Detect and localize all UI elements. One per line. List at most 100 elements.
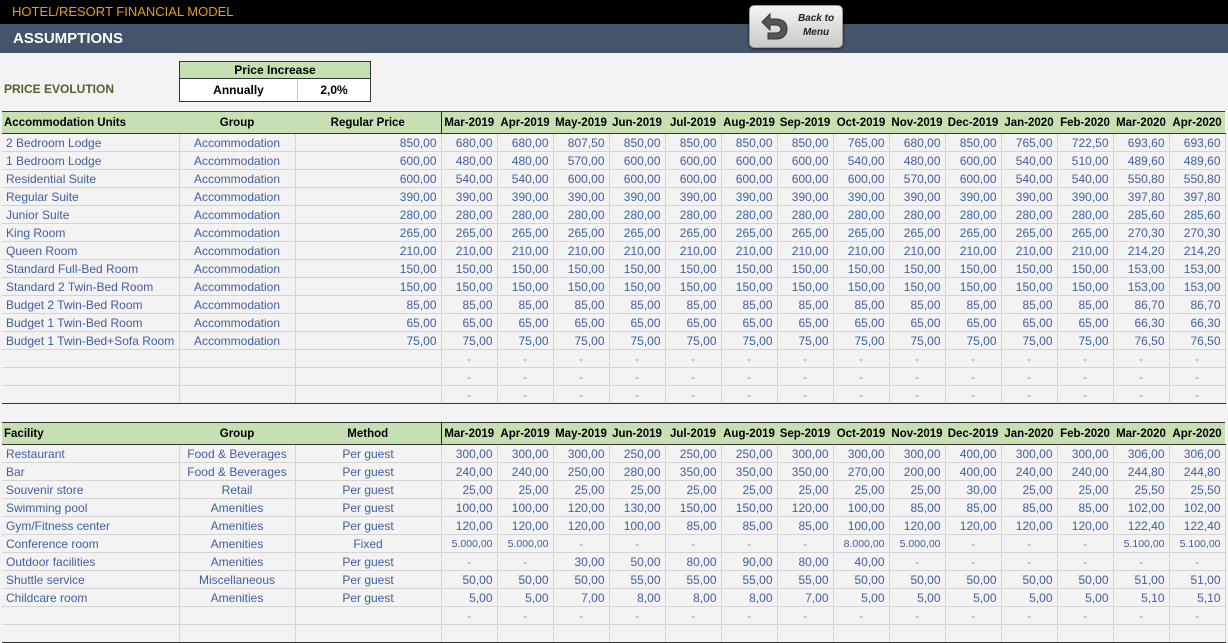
month-value-cell[interactable]: 75,00	[1001, 331, 1058, 350]
month-value-cell[interactable]: 85,00	[777, 516, 834, 535]
month-value-cell[interactable]: 600,00	[665, 169, 722, 188]
month-value-cell[interactable]: 150,00	[665, 498, 722, 517]
month-value-cell[interactable]: 75,00	[665, 331, 722, 350]
month-value-cell[interactable]: 306,00	[1113, 444, 1170, 463]
month-value-cell[interactable]: 390,00	[1057, 187, 1114, 206]
month-value-cell[interactable]: 65,00	[553, 313, 610, 332]
month-value-cell[interactable]: -	[889, 349, 946, 368]
month-value-cell[interactable]: 5.000,00	[440, 534, 498, 553]
month-value-cell[interactable]: 600,00	[721, 151, 778, 170]
month-value-cell[interactable]: 600,00	[833, 169, 890, 188]
month-value-cell[interactable]: 120,00	[553, 516, 610, 535]
name-cell[interactable]: Conference room	[2, 534, 180, 553]
month-value-cell[interactable]: 65,00	[833, 313, 890, 332]
name-cell[interactable]: Swimming pool	[2, 498, 180, 517]
month-value-cell[interactable]: 480,00	[497, 151, 554, 170]
month-value-cell[interactable]: 150,00	[889, 277, 946, 296]
month-value-cell[interactable]: 75,00	[945, 331, 1002, 350]
month-value-cell[interactable]: 5,00	[1001, 588, 1058, 607]
month-value-cell[interactable]	[1001, 624, 1058, 643]
month-value-cell[interactable]: -	[440, 367, 498, 386]
month-value-cell[interactable]: 75,00	[609, 331, 666, 350]
month-value-cell[interactable]: 240,00	[497, 462, 554, 481]
price-cell[interactable]: 600,00	[295, 169, 442, 188]
month-value-cell[interactable]: 390,00	[1001, 187, 1058, 206]
month-value-cell[interactable]: 480,00	[440, 151, 498, 170]
name-cell[interactable]: Souvenir store	[2, 480, 180, 499]
month-value-cell[interactable]: -	[889, 385, 946, 404]
method-cell[interactable]: Per guest	[295, 498, 442, 517]
month-value-cell[interactable]: 280,00	[665, 205, 722, 224]
month-value-cell[interactable]: -	[1001, 367, 1058, 386]
group-cell[interactable]: Food & Beverages	[179, 462, 296, 481]
month-value-cell[interactable]: 150,00	[945, 259, 1002, 278]
price-cell[interactable]: 150,00	[295, 259, 442, 278]
name-cell[interactable]	[2, 606, 180, 625]
month-value-cell[interactable]: 50,00	[497, 570, 554, 589]
month-value-cell[interactable]: 150,00	[1057, 259, 1114, 278]
month-value-cell[interactable]: 5,00	[440, 588, 498, 607]
month-value-cell[interactable]: 5.000,00	[889, 534, 946, 553]
month-value-cell[interactable]: 210,00	[1057, 241, 1114, 260]
month-value-cell[interactable]: 570,00	[889, 169, 946, 188]
month-value-cell[interactable]: -	[945, 367, 1002, 386]
month-value-cell[interactable]: -	[777, 367, 834, 386]
month-value-cell[interactable]: -	[440, 552, 498, 571]
month-value-cell[interactable]: 600,00	[609, 169, 666, 188]
month-value-cell[interactable]: 153,00	[1113, 259, 1170, 278]
month-value-cell[interactable]: 25,00	[497, 480, 554, 499]
month-value-cell[interactable]: 600,00	[777, 151, 834, 170]
month-value-cell[interactable]: 300,00	[1057, 444, 1114, 463]
month-value-cell[interactable]: 50,00	[609, 552, 666, 571]
month-value-cell[interactable]: 30,00	[553, 552, 610, 571]
month-value-cell[interactable]: -	[1169, 385, 1226, 404]
month-value-cell[interactable]: -	[777, 606, 834, 625]
month-value-cell[interactable]: 25,00	[440, 480, 498, 499]
month-value-cell[interactable]: 100,00	[440, 498, 498, 517]
price-cell[interactable]: 85,00	[295, 295, 442, 314]
month-value-cell[interactable]: 390,00	[721, 187, 778, 206]
month-value-cell[interactable]	[1113, 624, 1170, 643]
month-value-cell[interactable]: 122,40	[1113, 516, 1170, 535]
group-cell[interactable]: Accommodation	[179, 241, 296, 260]
month-value-cell[interactable]: 390,00	[440, 187, 498, 206]
month-value-cell[interactable]: -	[1057, 552, 1114, 571]
month-value-cell[interactable]: 240,00	[1001, 462, 1058, 481]
month-value-cell[interactable]: 600,00	[553, 169, 610, 188]
price-cell[interactable]: 150,00	[295, 277, 442, 296]
month-value-cell[interactable]: 130,00	[609, 498, 666, 517]
month-value-cell[interactable]: 100,00	[833, 498, 890, 517]
month-value-cell[interactable]: -	[1057, 367, 1114, 386]
month-value-cell[interactable]: 75,00	[440, 331, 498, 350]
name-cell[interactable]: Bar	[2, 462, 180, 481]
name-cell[interactable]	[2, 385, 180, 404]
month-value-cell[interactable]: 150,00	[440, 259, 498, 278]
month-value-cell[interactable]: -	[553, 349, 610, 368]
month-value-cell[interactable]: 540,00	[1001, 151, 1058, 170]
month-value-cell[interactable]: 489,60	[1169, 151, 1226, 170]
method-cell[interactable]: Fixed	[295, 534, 442, 553]
month-value-cell[interactable]: 210,00	[945, 241, 1002, 260]
month-value-cell[interactable]: 150,00	[553, 277, 610, 296]
month-value-cell[interactable]: 280,00	[833, 205, 890, 224]
month-value-cell[interactable]: -	[497, 385, 554, 404]
month-value-cell[interactable]: 300,00	[1001, 444, 1058, 463]
month-value-cell[interactable]: 25,00	[721, 480, 778, 499]
month-value-cell[interactable]: 50,00	[833, 570, 890, 589]
month-value-cell[interactable]: 244,80	[1113, 462, 1170, 481]
month-value-cell[interactable]: 80,00	[777, 552, 834, 571]
back-to-menu-button[interactable]: Back to Menu	[749, 5, 843, 48]
month-value-cell[interactable]: 25,50	[1113, 480, 1170, 499]
month-value-cell[interactable]: -	[497, 606, 554, 625]
month-value-cell[interactable]: 150,00	[665, 259, 722, 278]
month-value-cell[interactable]: 280,00	[553, 205, 610, 224]
month-value-cell[interactable]: 120,00	[1001, 516, 1058, 535]
month-value-cell[interactable]: 200,00	[889, 462, 946, 481]
name-cell[interactable]	[2, 624, 180, 643]
month-value-cell[interactable]: 210,00	[721, 241, 778, 260]
month-value-cell[interactable]: -	[889, 367, 946, 386]
month-value-cell[interactable]: -	[721, 534, 778, 553]
month-value-cell[interactable]: 489,60	[1113, 151, 1170, 170]
price-cell[interactable]: 280,00	[295, 205, 442, 224]
month-value-cell[interactable]: -	[1001, 349, 1058, 368]
